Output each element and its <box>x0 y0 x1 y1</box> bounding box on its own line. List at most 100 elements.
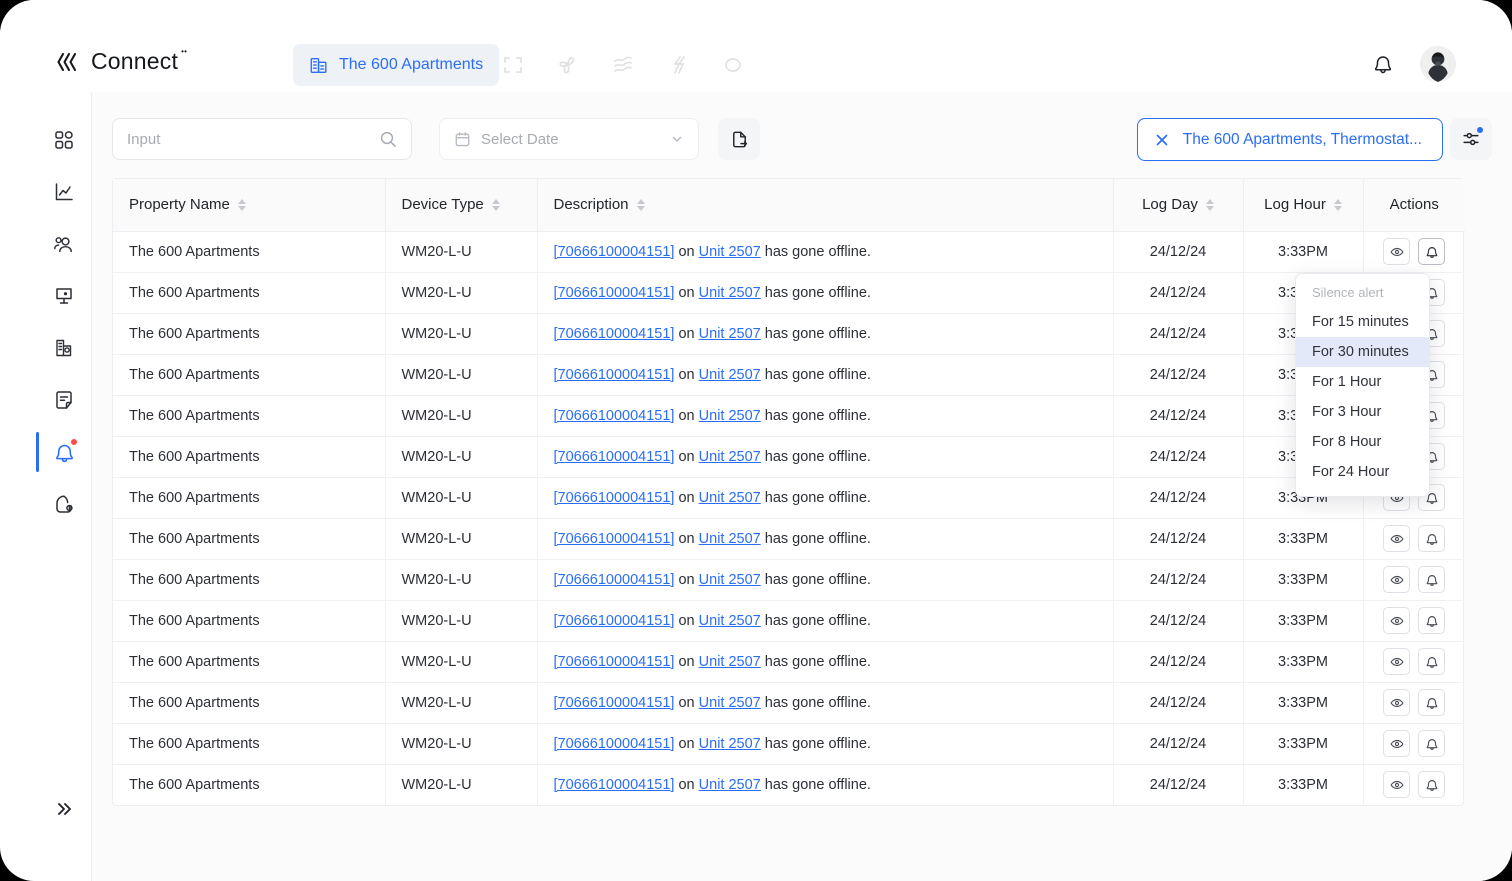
fan-icon[interactable] <box>553 50 583 80</box>
sort-toggle-property-name[interactable] <box>237 198 246 211</box>
dropdown-item-1[interactable]: For 30 minutes <box>1296 337 1429 367</box>
column-header-log-day[interactable]: Log Day <box>1113 179 1244 232</box>
sidebar-collapse-toggle[interactable] <box>36 789 92 829</box>
unit-link[interactable]: Unit 2507 <box>699 654 761 670</box>
sort-toggle-description[interactable] <box>636 198 645 211</box>
table-row[interactable]: The 600 Apartments WM20-L-U [7066610000415… <box>113 436 1465 478</box>
device-id-link[interactable]: [70666100004151] <box>554 572 675 588</box>
unit-link[interactable]: Unit 2507 <box>699 777 761 793</box>
unit-link[interactable]: Unit 2507 <box>699 367 761 383</box>
silence-alert-button[interactable] <box>1418 771 1446 799</box>
table-row[interactable]: The 600 Apartments WM20-L-U [7066610000415… <box>113 272 1465 314</box>
silence-alert-button[interactable] <box>1418 730 1446 757</box>
unit-link[interactable]: Unit 2507 <box>699 736 761 752</box>
notifications-bell-icon[interactable] <box>1368 49 1398 79</box>
device-id-link[interactable]: [70666100004151] <box>554 408 675 424</box>
unit-link[interactable]: Unit 2507 <box>699 490 761 506</box>
unit-link[interactable]: Unit 2507 <box>699 695 761 711</box>
device-id-link[interactable]: [70666100004151] <box>554 449 675 465</box>
dropdown-item-5[interactable]: For 24 Hour <box>1296 457 1429 487</box>
dropdown-item-2[interactable]: For 1 Hour <box>1296 367 1429 397</box>
device-id-link[interactable]: [70666100004151] <box>554 490 675 506</box>
dropdown-item-4[interactable]: For 8 Hour <box>1296 427 1429 457</box>
table-row[interactable]: The 600 Apartments WM20-L-U [7066610000415… <box>113 641 1465 683</box>
unit-link[interactable]: Unit 2507 <box>699 408 761 424</box>
sort-toggle-log-day[interactable] <box>1205 198 1214 211</box>
column-header-property-name[interactable]: Property Name <box>113 179 386 232</box>
unit-link[interactable]: Unit 2507 <box>699 285 761 301</box>
table-row[interactable]: The 600 Apartments WM20-L-U [7066610000415… <box>113 231 1465 273</box>
unit-link[interactable]: Unit 2507 <box>699 449 761 465</box>
sort-toggle-device-type[interactable] <box>491 198 500 211</box>
active-filter-chip[interactable]: The 600 Apartments, Thermostat... <box>1136 118 1443 161</box>
dropdown-item-0[interactable]: For 15 minutes <box>1296 307 1429 337</box>
view-alert-button[interactable] <box>1383 648 1411 675</box>
column-settings-button[interactable] <box>1450 118 1492 160</box>
column-header-description[interactable]: Description <box>537 179 1114 232</box>
sidebar-item-dashboard[interactable] <box>36 114 92 166</box>
table-row[interactable]: The 600 Apartments WM20-L-U [7066610000415… <box>113 682 1465 724</box>
column-header-log-hour[interactable]: Log Hour <box>1243 179 1364 232</box>
brand-logo[interactable]: Connect •• <box>56 47 187 75</box>
device-id-link[interactable]: [70666100004151] <box>554 285 675 301</box>
device-id-link[interactable]: [70666100004151] <box>554 777 675 793</box>
silence-alert-button[interactable] <box>1418 525 1446 552</box>
sidebar-item-alerts[interactable] <box>36 426 92 478</box>
unit-link[interactable]: Unit 2507 <box>699 572 761 588</box>
search-input[interactable] <box>127 130 379 148</box>
device-id-link[interactable]: [70666100004151] <box>554 531 675 547</box>
unit-link[interactable]: Unit 2507 <box>699 244 761 260</box>
silence-alert-button[interactable] <box>1418 689 1446 716</box>
table-row[interactable]: The 600 Apartments WM20-L-U [7066610000415… <box>113 600 1465 642</box>
sort-toggle-log-hour[interactable] <box>1333 198 1342 211</box>
eye-shape-icon[interactable] <box>718 50 748 80</box>
tab-the-600-apartments[interactable]: The 600 Apartments <box>293 44 500 86</box>
unit-link[interactable]: Unit 2507 <box>699 326 761 342</box>
table-row[interactable]: The 600 Apartments WM20-L-U [7066610000415… <box>113 313 1465 355</box>
view-alert-button[interactable] <box>1383 689 1411 716</box>
view-alert-button[interactable] <box>1383 566 1411 593</box>
unit-link[interactable]: Unit 2507 <box>699 613 761 629</box>
avatar[interactable] <box>1420 46 1456 82</box>
sidebar-item-users[interactable] <box>36 218 92 270</box>
device-id-link[interactable]: [70666100004151] <box>554 244 675 260</box>
table-row[interactable]: The 600 Apartments WM20-L-U [7066610000415… <box>113 723 1465 765</box>
dropdown-item-3[interactable]: For 3 Hour <box>1296 397 1429 427</box>
silence-alert-button[interactable] <box>1418 607 1446 634</box>
device-id-link[interactable]: [70666100004151] <box>554 367 675 383</box>
bolt-icon[interactable] <box>663 50 693 80</box>
sidebar-item-devices[interactable] <box>36 270 92 322</box>
table-row[interactable]: The 600 Apartments WM20-L-U [7066610000415… <box>113 559 1465 601</box>
device-id-link[interactable]: [70666100004151] <box>554 695 675 711</box>
date-picker[interactable]: Select Date <box>439 118 699 160</box>
table-row[interactable]: The 600 Apartments WM20-L-U [7066610000415… <box>113 764 1465 805</box>
silence-alert-button[interactable] <box>1418 238 1446 265</box>
unit-link[interactable]: Unit 2507 <box>699 531 761 547</box>
view-alert-button[interactable] <box>1383 730 1411 757</box>
view-alert-button[interactable] <box>1383 607 1411 634</box>
sidebar-item-properties[interactable] <box>36 322 92 374</box>
column-header-device-type[interactable]: Device Type <box>385 179 538 232</box>
export-button[interactable] <box>718 118 760 160</box>
view-alert-button[interactable] <box>1383 238 1411 265</box>
cell-description: [70666100004151] on Unit 2507 has gone o… <box>537 231 1114 273</box>
silence-alert-button[interactable] <box>1418 648 1446 675</box>
table-row[interactable]: The 600 Apartments WM20-L-U [7066610000415… <box>113 477 1465 519</box>
waves-icon[interactable] <box>608 50 638 80</box>
silence-alert-button[interactable] <box>1418 566 1446 593</box>
table-row[interactable]: The 600 Apartments WM20-L-U [7066610000415… <box>113 354 1465 396</box>
search-box[interactable] <box>112 118 412 160</box>
close-x-icon[interactable] <box>1154 132 1170 148</box>
device-id-link[interactable]: [70666100004151] <box>554 613 675 629</box>
table-row[interactable]: The 600 Apartments WM20-L-U [7066610000415… <box>113 395 1465 437</box>
view-alert-button[interactable] <box>1383 771 1411 799</box>
table-row[interactable]: The 600 Apartments WM20-L-U [7066610000415… <box>113 518 1465 560</box>
device-id-link[interactable]: [70666100004151] <box>554 326 675 342</box>
view-alert-button[interactable] <box>1383 525 1411 552</box>
sidebar-item-analytics[interactable] <box>36 166 92 218</box>
sidebar-item-documents[interactable] <box>36 374 92 426</box>
expand-icon[interactable] <box>498 50 528 80</box>
device-id-link[interactable]: [70666100004151] <box>554 736 675 752</box>
sidebar-item-billing[interactable] <box>36 478 92 530</box>
device-id-link[interactable]: [70666100004151] <box>554 654 675 670</box>
